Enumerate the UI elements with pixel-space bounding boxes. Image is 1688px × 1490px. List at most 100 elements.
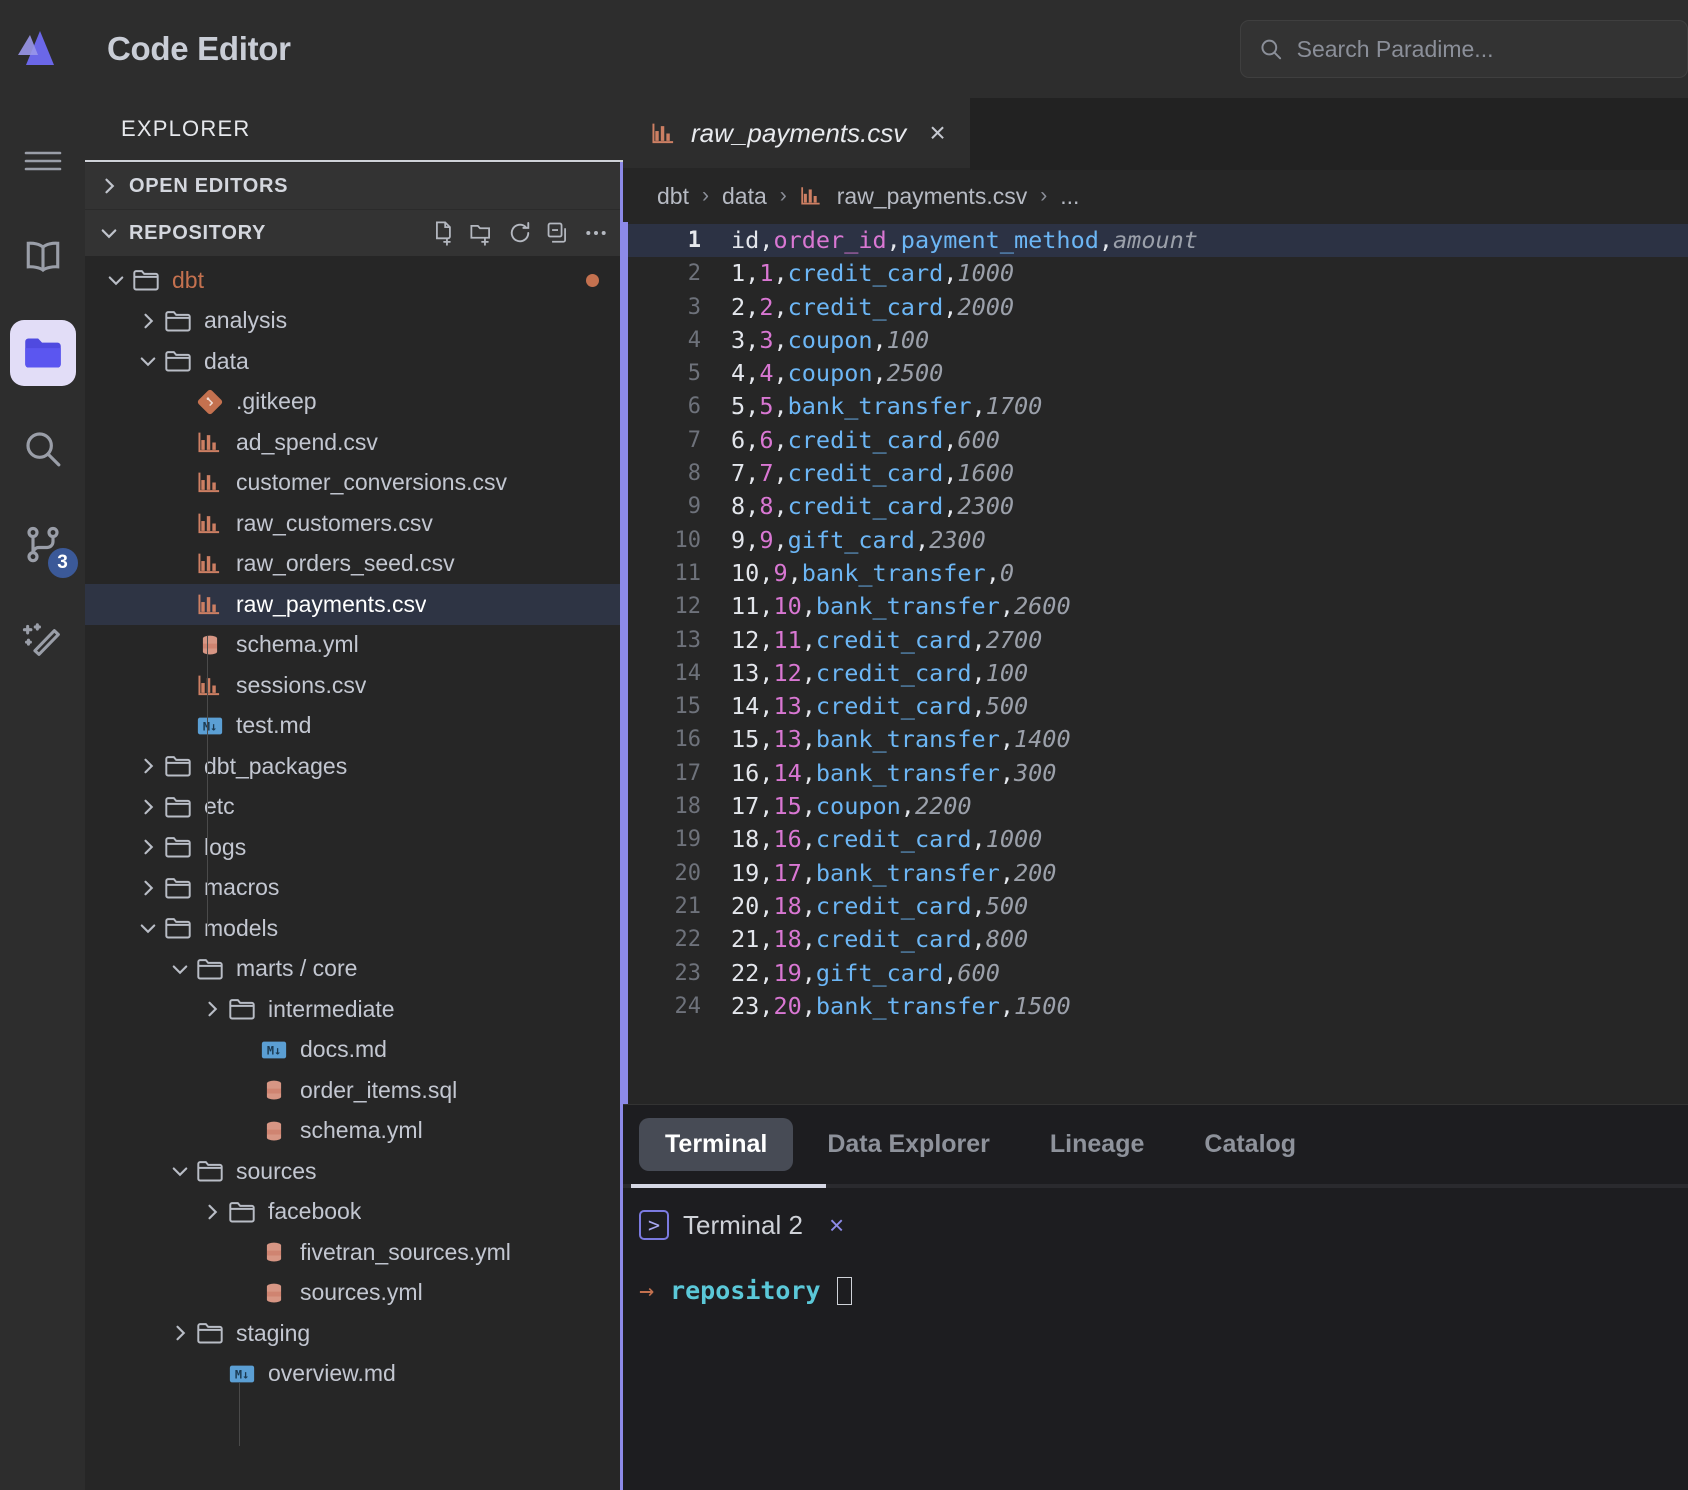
file-type-icon	[193, 956, 227, 982]
file-type-icon	[161, 753, 195, 779]
breadcrumb-item-file[interactable]: raw_payments.csv	[837, 183, 1027, 210]
tree-file-fivetran-sources-yml[interactable]: fivetran_sources.yml	[85, 1232, 623, 1273]
tree-folder-macros[interactable]: macros	[85, 868, 623, 909]
tree-toggle[interactable]	[167, 1323, 193, 1343]
tree-file-test-md[interactable]: M↓ test.md	[85, 706, 623, 747]
tree-folder-data[interactable]: data	[85, 341, 623, 382]
markdown-icon: M↓	[197, 717, 223, 735]
new-folder-icon[interactable]	[469, 220, 495, 246]
tree-folder-dbt-packages[interactable]: dbt_packages	[85, 746, 623, 787]
code-line-text: 22,19,gift_card,600	[731, 958, 1000, 987]
code-line-text: 20,18,credit_card,500	[731, 891, 1029, 920]
unsaved-indicator	[586, 273, 599, 287]
tree-folder-marts-core[interactable]: marts / core	[85, 949, 623, 990]
tree-file-sources-yml[interactable]: sources.yml	[85, 1273, 623, 1314]
tree-folder-analysis[interactable]: analysis	[85, 301, 623, 342]
panel-tab-terminal[interactable]: Terminal	[639, 1118, 794, 1171]
code-line: 24 23,20,bank_transfer,1500	[623, 990, 1688, 1023]
tree-folder-dbt[interactable]: dbt	[85, 260, 623, 301]
sidebar-item-search[interactable]	[10, 416, 76, 482]
sidebar-item-docs[interactable]	[10, 224, 76, 290]
search-input[interactable]	[1296, 35, 1669, 63]
collapse-all-icon[interactable]	[545, 220, 571, 246]
more-icon[interactable]	[583, 220, 609, 246]
sidebar-item-explorer[interactable]	[9, 320, 76, 386]
code-line: 11 10,9,bank_transfer,0	[623, 557, 1688, 590]
editor-tab-raw-payments[interactable]: raw_payments.csv ×	[623, 98, 970, 170]
panel-tab-data-explorer[interactable]: Data Explorer	[801, 1118, 1016, 1171]
close-icon[interactable]: ×	[829, 1210, 844, 1241]
tree-toggle[interactable]	[135, 837, 161, 857]
tree-item-label: ad_spend.csv	[236, 428, 378, 455]
sidebar-item-source-control[interactable]: 3	[10, 512, 80, 580]
tree-toggle[interactable]	[199, 1202, 225, 1222]
breadcrumb-item-dbt[interactable]: dbt	[657, 183, 689, 210]
tree-item-label: staging	[236, 1319, 311, 1346]
tree-toggle[interactable]	[199, 999, 225, 1019]
tree-item-label: sessions.csv	[236, 671, 367, 698]
terminal-body[interactable]: → repository	[623, 1262, 1688, 1490]
file-type-icon	[161, 875, 195, 901]
tree-file-raw-payments-csv[interactable]: raw_payments.csv	[85, 584, 623, 625]
code-viewer[interactable]: 1 id,order_id,payment_method,amount 2 1,1,c…	[623, 222, 1688, 1104]
tree-folder-models[interactable]: models	[85, 908, 623, 949]
tree-file-schema-yml[interactable]: schema.yml	[85, 1111, 623, 1152]
tree-toggle[interactable]	[135, 797, 161, 817]
tree-folder-facebook[interactable]: facebook	[85, 1192, 623, 1233]
code-line-text: 23,20,bank_transfer,1500	[731, 991, 1071, 1020]
folder-icon	[197, 1323, 223, 1344]
tree-toggle[interactable]	[135, 351, 161, 371]
tree-folder-logs[interactable]: logs	[85, 827, 623, 868]
file-type-icon	[193, 469, 227, 496]
breadcrumb-item-more[interactable]: ...	[1060, 183, 1079, 210]
tree-file-docs-md[interactable]: M↓ docs.md	[85, 1030, 623, 1071]
database-icon	[266, 1080, 282, 1100]
file-tree[interactable]: dbt analysis data .gitkeep ad_spend.csvcusto…	[85, 256, 623, 1490]
tree-file-ad-spend-csv[interactable]: ad_spend.csv	[85, 422, 623, 463]
line-number: 2	[687, 261, 701, 287]
close-icon[interactable]: ×	[929, 119, 945, 147]
file-type-icon	[193, 1320, 227, 1346]
tree-toggle[interactable]	[167, 959, 193, 979]
tree-folder-intermediate[interactable]: intermediate	[85, 989, 623, 1030]
tree-file-schema-yml[interactable]: schema.yml	[85, 625, 623, 666]
section-repository[interactable]: REPOSITORY	[85, 209, 623, 256]
tree-file-sessions-csv[interactable]: sessions.csv	[85, 665, 623, 706]
panel-tab-catalog[interactable]: Catalog	[1178, 1118, 1322, 1171]
line-number: 24	[674, 993, 702, 1019]
tree-item-label: sources.yml	[300, 1279, 423, 1306]
section-open-editors[interactable]: OPEN EDITORS	[85, 162, 623, 209]
tree-file-gitkeep[interactable]: .gitkeep	[85, 382, 623, 423]
panel-tab-lineage[interactable]: Lineage	[1024, 1118, 1170, 1171]
folder-icon	[165, 756, 191, 777]
new-file-icon[interactable]	[431, 220, 457, 246]
chevron-right-icon	[144, 880, 154, 896]
tree-toggle[interactable]	[167, 1161, 193, 1181]
tree-folder-sources[interactable]: sources	[85, 1151, 623, 1192]
svg-text:M↓: M↓	[267, 1043, 281, 1057]
tree-folder-staging[interactable]: staging	[85, 1313, 623, 1354]
tree-folder-etc[interactable]: etc	[85, 787, 623, 828]
tree-toggle[interactable]	[135, 311, 161, 331]
tree-toggle[interactable]	[135, 878, 161, 898]
file-type-icon	[161, 348, 195, 374]
refresh-icon[interactable]	[507, 220, 533, 246]
tree-file-order-items-sql[interactable]: order_items.sql	[85, 1070, 623, 1111]
chevron-right-icon: ›	[1040, 184, 1048, 207]
menu-icon-button[interactable]	[10, 128, 76, 194]
tree-file-overview-md[interactable]: M↓ overview.md	[85, 1354, 623, 1395]
code-line: 14 13,12,credit_card,100	[623, 657, 1688, 690]
search-bar[interactable]	[1240, 20, 1688, 78]
breadcrumb-item-data[interactable]: data	[722, 183, 767, 210]
editor-scrollbar[interactable]	[623, 222, 628, 1104]
tree-file-raw-customers-csv[interactable]: raw_customers.csv	[85, 503, 623, 544]
folder-icon	[197, 958, 223, 980]
code-line: 19 18,16,credit_card,1000	[623, 823, 1688, 856]
tree-toggle[interactable]	[135, 918, 161, 938]
tree-toggle[interactable]	[135, 756, 161, 776]
tree-file-customer-conversions-csv[interactable]: customer_conversions.csv	[85, 463, 623, 504]
sidebar-item-ai-assistant[interactable]	[10, 608, 76, 674]
tree-toggle[interactable]	[103, 270, 129, 290]
tree-file-raw-orders-seed-csv[interactable]: raw_orders_seed.csv	[85, 544, 623, 585]
code-line-text: 7,7,credit_card,1600	[731, 459, 1015, 488]
